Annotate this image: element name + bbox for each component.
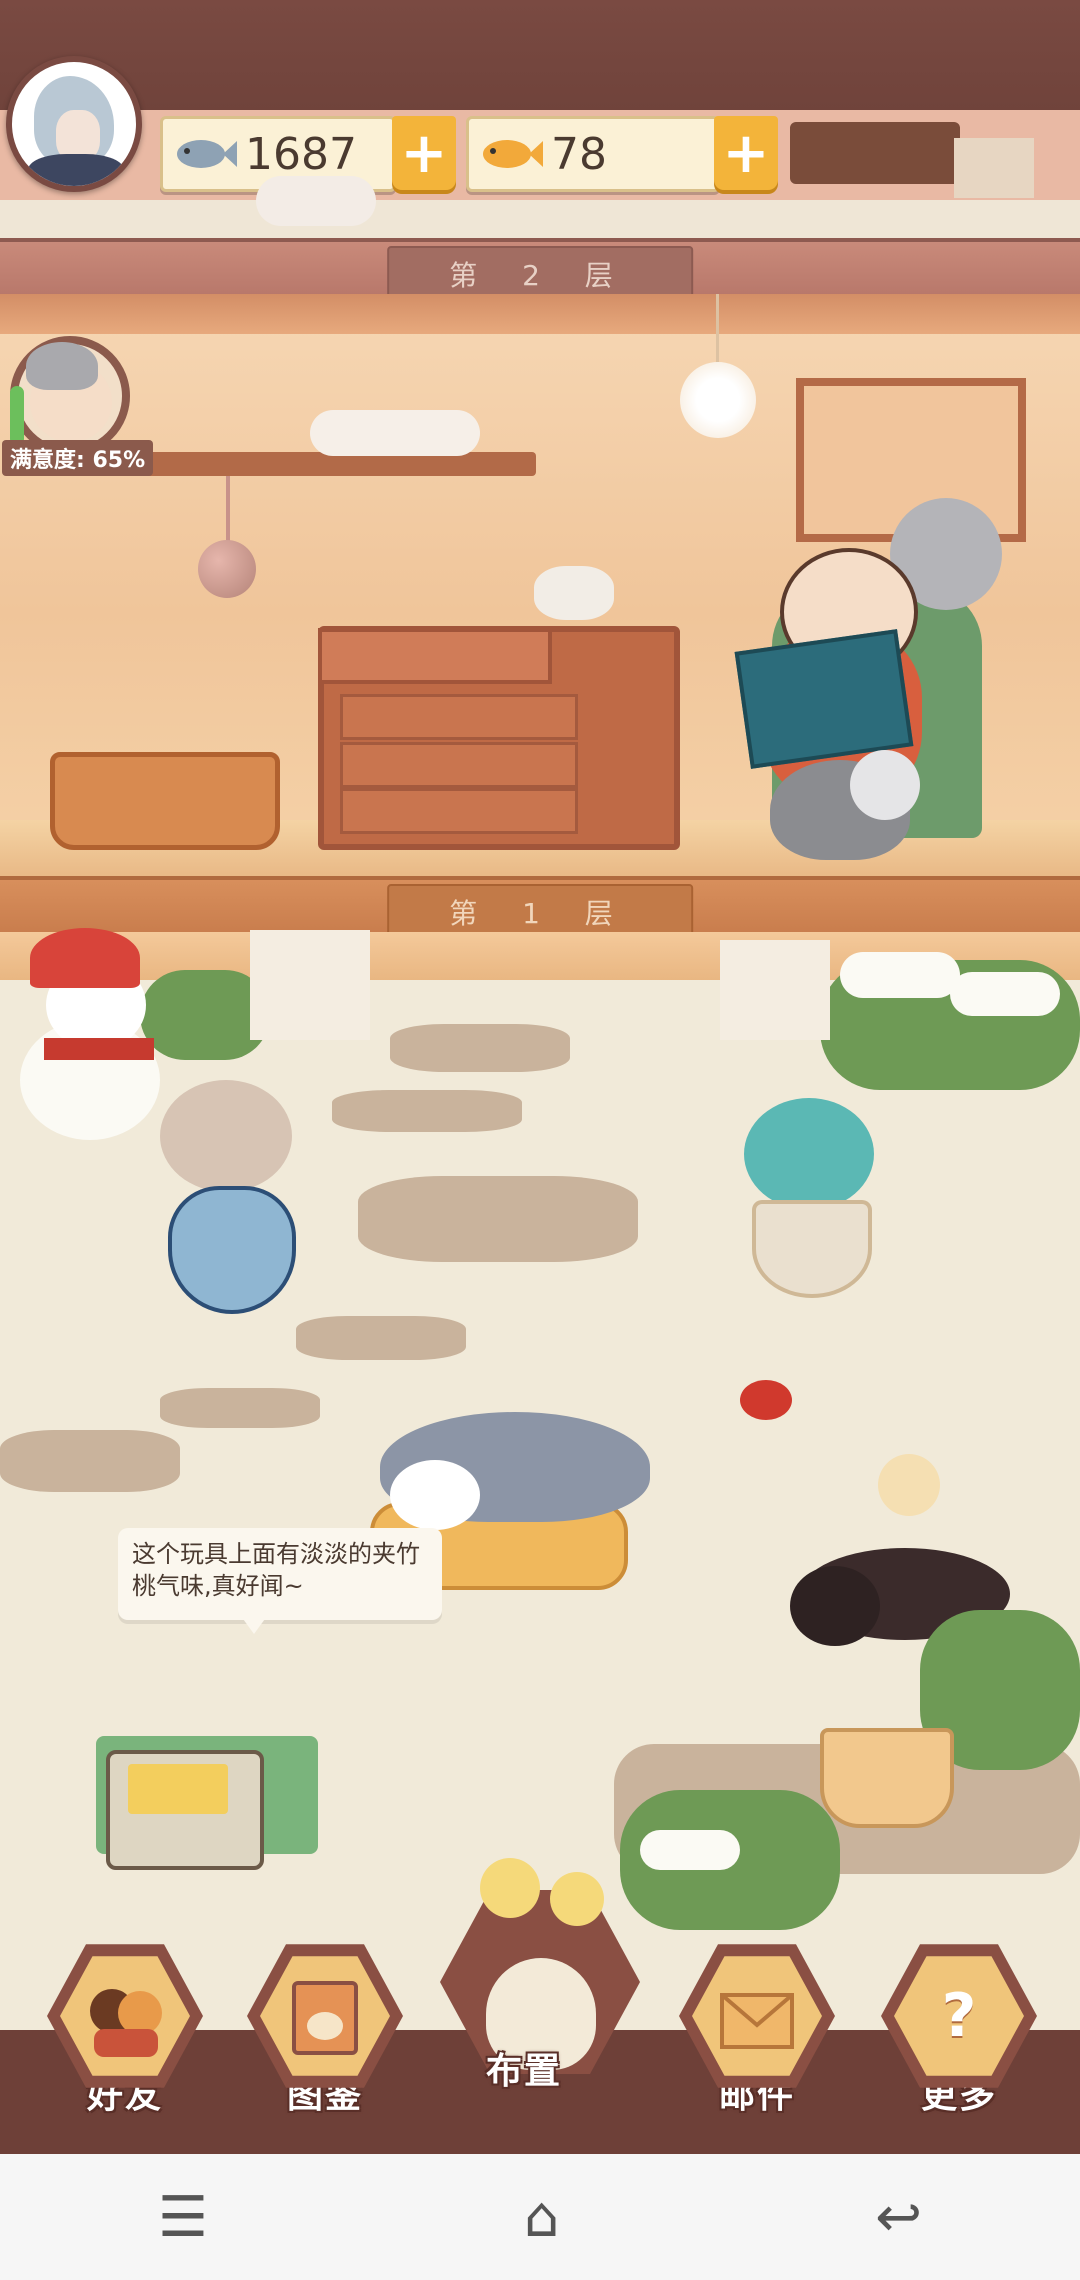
gold-fish-icon	[483, 140, 543, 168]
lamp-cord	[716, 294, 719, 366]
satisfaction-meter	[10, 386, 24, 446]
stepping-stone	[390, 1024, 570, 1072]
fence-post	[250, 930, 370, 1040]
more-icon: ?	[894, 1956, 1024, 2076]
ceiling-lamp	[680, 362, 756, 438]
resident-avatar-hair	[26, 342, 98, 390]
flower-icon	[550, 1872, 604, 1926]
siamese-cat[interactable]	[160, 1080, 292, 1192]
food-bowl[interactable]	[820, 1728, 954, 1828]
roof-beam	[0, 294, 1080, 334]
nav-friends[interactable]: 好友	[40, 1938, 210, 2138]
grandma-book	[734, 629, 914, 769]
mail-icon	[692, 1956, 822, 2076]
bread-basket[interactable]	[50, 752, 280, 850]
stepping-stone	[160, 1388, 320, 1428]
calico-cat-on-dresser[interactable]	[534, 566, 614, 620]
nav-catalog[interactable]: 图鉴	[240, 1938, 410, 2138]
fish-amount: 1687	[245, 128, 357, 180]
flower-icon	[480, 1858, 540, 1918]
stepping-stone	[0, 1430, 180, 1492]
snowman-scarf	[44, 1038, 154, 1060]
yarn-string	[226, 476, 230, 542]
grey-cat-with-glasses[interactable]	[770, 750, 920, 860]
stepping-stone	[332, 1090, 522, 1132]
wall-shelf	[86, 452, 536, 476]
satisfaction-label: 满意度: 65%	[2, 440, 154, 476]
fish-costume	[168, 1186, 296, 1314]
floor3-books	[954, 138, 1034, 198]
shelf-pillow	[310, 410, 480, 456]
catalog-book-icon	[260, 1956, 390, 2076]
goldfish-currency: 78	[466, 116, 720, 192]
black-cat-face	[790, 1566, 880, 1646]
nav-more[interactable]: ? 更多	[874, 1938, 1044, 2138]
stepping-stone	[296, 1316, 466, 1360]
add-goldfish-button[interactable]: +	[714, 116, 778, 190]
bush-snow	[840, 952, 960, 998]
back-icon[interactable]: ↩	[875, 2185, 922, 2250]
teal-cat[interactable]	[744, 1098, 874, 1210]
goldfish-amount: 78	[551, 128, 607, 180]
menu-icon[interactable]: ☰	[158, 2185, 208, 2250]
add-fish-button[interactable]: +	[392, 116, 456, 190]
nav-decorate[interactable]: 布置	[440, 1858, 640, 2092]
tabby-cat-face	[390, 1460, 480, 1530]
yarn-ball[interactable]	[198, 540, 256, 598]
ladybug[interactable]	[740, 1380, 792, 1420]
stepping-stone	[358, 1176, 638, 1262]
speech-bubble: 这个玩具上面有淡淡的夹竹桃气味,真好闻~	[118, 1528, 442, 1620]
fence-post	[720, 940, 830, 1040]
fish-icon	[177, 140, 237, 168]
floor3-furniture	[790, 122, 960, 184]
bush-snow	[950, 972, 1060, 1016]
player-avatar[interactable]	[6, 56, 142, 192]
system-nav-bar: ☰ ⌂ ↩	[0, 2154, 1080, 2280]
game-console-toy[interactable]	[106, 1750, 264, 1870]
snowman-hat	[30, 928, 140, 988]
floor3-cushion	[256, 176, 376, 226]
home-icon[interactable]: ⌂	[524, 2185, 560, 2250]
bush-snow	[640, 1830, 740, 1870]
nav-decorate-label: 布置	[486, 2051, 563, 2092]
cream-ball-toy	[878, 1454, 940, 1516]
dresser-top-drawer	[318, 628, 552, 684]
egg-pot	[752, 1200, 872, 1298]
speech-bubble-tail	[238, 1612, 270, 1634]
nav-mail[interactable]: 邮件	[672, 1938, 842, 2138]
friends-icon	[60, 1956, 190, 2076]
